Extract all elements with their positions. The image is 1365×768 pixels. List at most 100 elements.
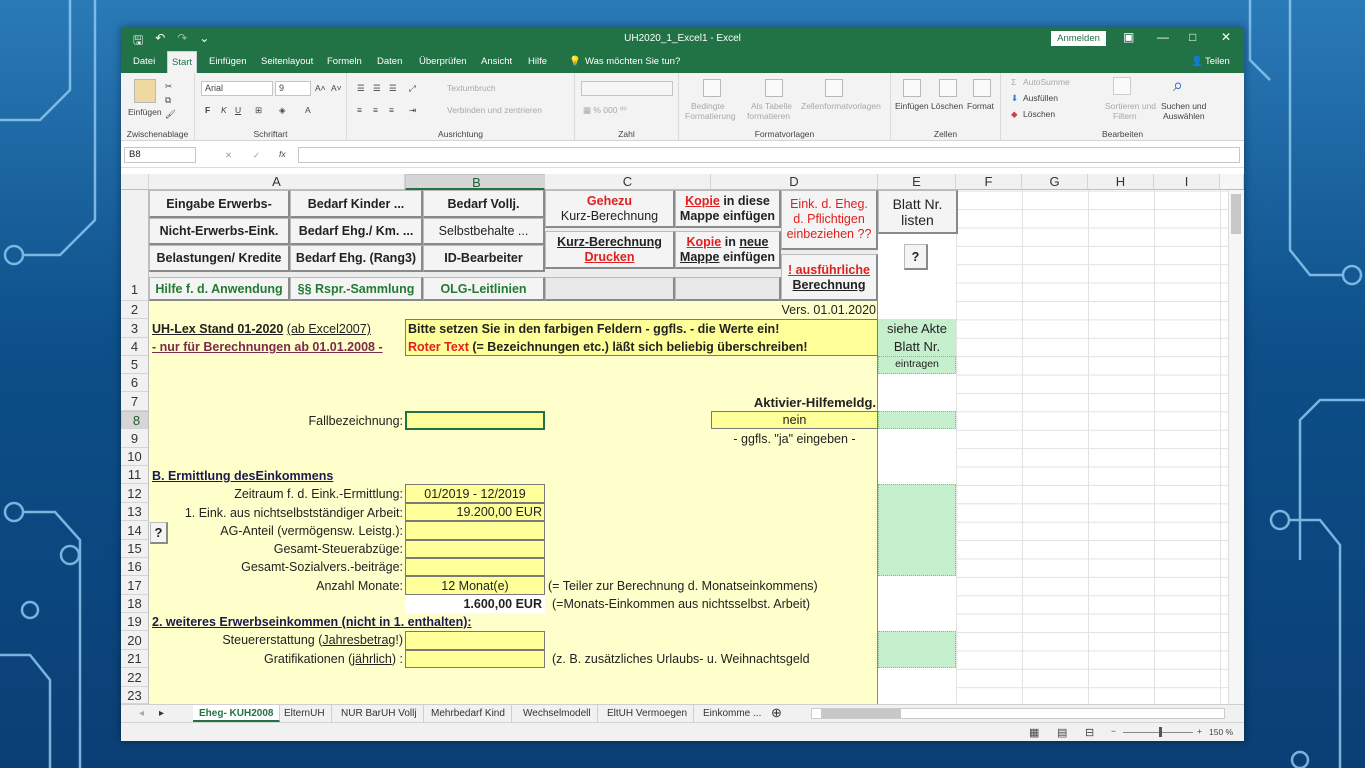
eink-eheg-button[interactable]: Eink. d. Eheg. d. Pflichtigen einbeziehen … — [781, 190, 878, 250]
vertical-scrollbar-track[interactable] — [1228, 190, 1244, 704]
row-header-4[interactable]: 4 — [121, 338, 149, 356]
clear-button[interactable]: Löschen — [1023, 109, 1055, 119]
col-header-i[interactable]: I — [1154, 174, 1220, 190]
row-header-19[interactable]: 19 — [121, 613, 149, 631]
find-select-icon[interactable]: ⌕ — [1173, 75, 1183, 96]
sort-filter-icon[interactable] — [1113, 77, 1131, 95]
bedarf-eheg-button[interactable]: Bedarf Ehg./ Km. ... — [290, 218, 423, 245]
underline-button[interactable]: U — [235, 105, 241, 115]
autosum-button[interactable]: AutoSumme — [1023, 77, 1070, 87]
format-table-icon[interactable] — [765, 79, 783, 97]
close-icon[interactable]: ✕ — [1221, 30, 1231, 44]
tab-formeln[interactable]: Formeln — [323, 51, 366, 73]
cell-styles-icon[interactable] — [825, 79, 843, 97]
sozial-input[interactable] — [405, 558, 545, 576]
next-sheet-icon[interactable]: ▸ — [153, 705, 170, 722]
page-layout-view-icon[interactable]: ▤ — [1057, 726, 1067, 739]
kurz-drucken-button[interactable]: Kurz-Berechnung Drucken — [545, 231, 675, 269]
ag-input[interactable] — [405, 521, 545, 540]
row-header-21[interactable]: 21 — [121, 650, 149, 668]
bedarf-vollj-button[interactable]: Bedarf Vollj. — [423, 190, 545, 218]
sheet-tab-eltuh[interactable]: EltUH Vermoegen — [601, 705, 695, 722]
share-button[interactable]: Teilen — [1201, 51, 1234, 73]
paste-button[interactable]: Einfügen — [128, 107, 162, 117]
tab-einfuegen[interactable]: Einfügen — [205, 51, 251, 73]
insert-cells-icon[interactable] — [903, 79, 921, 97]
bold-button[interactable]: F — [205, 105, 210, 115]
format-cells-icon[interactable] — [973, 79, 991, 97]
enter-icon[interactable]: ✓ — [253, 150, 260, 161]
sort-filter-button[interactable]: Sortieren und — [1105, 101, 1156, 111]
indent-icon[interactable]: ⇥ — [409, 105, 416, 116]
row-header-10[interactable]: 10 — [121, 448, 149, 466]
horizontal-scrollbar-thumb[interactable] — [821, 709, 901, 718]
ausfuehrlich-button[interactable]: ! ausführliche Berechnung — [781, 254, 878, 301]
row-header-22[interactable]: 22 — [121, 668, 149, 687]
fill-button[interactable]: Ausfüllen — [1023, 93, 1058, 103]
merge-center-button[interactable]: Verbinden und zentrieren — [447, 105, 542, 115]
fill-color-icon[interactable]: ◈ — [279, 105, 286, 116]
row-header-11[interactable]: 11 — [121, 466, 149, 484]
green-e8[interactable] — [878, 411, 956, 429]
col-header-c[interactable]: C — [545, 174, 711, 190]
selbstbehalte-button[interactable]: Selbstbehalte ... — [423, 218, 545, 245]
col-header-d[interactable]: D — [711, 174, 878, 190]
autosum-icon[interactable]: Σ — [1011, 77, 1016, 87]
nichterwerb-button[interactable]: Nicht-Erwerbs-Eink. — [149, 218, 290, 245]
green-e12-e16[interactable] — [878, 484, 956, 576]
row-header-18[interactable]: 18 — [121, 595, 149, 613]
row-header-1[interactable]: 1 — [121, 190, 149, 301]
row-header-6[interactable]: 6 — [121, 374, 149, 392]
tab-ansicht[interactable]: Ansicht — [477, 51, 516, 73]
minimize-icon[interactable]: — — [1157, 30, 1169, 44]
gehezu-button[interactable]: Gehezu Kurz-Berechnung — [545, 190, 675, 228]
delete-cells-icon[interactable] — [939, 79, 957, 97]
row-header-16[interactable]: 16 — [121, 558, 149, 576]
row-header-8[interactable]: 8 — [121, 411, 149, 429]
sheet-tab-elternuh[interactable]: ElternUH — [278, 705, 332, 722]
hilfe-button[interactable]: Hilfe f. d. Anwendung — [149, 277, 290, 301]
find-select-button[interactable]: Suchen und — [1161, 101, 1206, 111]
cut-icon[interactable]: ✂ — [165, 81, 172, 92]
tab-start[interactable]: Start — [167, 51, 198, 73]
font-size-select[interactable]: 9 — [275, 81, 311, 96]
add-sheet-icon[interactable]: ⊕ — [765, 705, 788, 722]
ribbon-display-icon[interactable]: ▣ — [1123, 30, 1134, 44]
tab-daten[interactable]: Daten — [373, 51, 406, 73]
zoom-slider[interactable] — [1123, 732, 1193, 733]
copy-icon[interactable]: ⧉ — [165, 95, 171, 106]
orientation-icon[interactable]: ⤢ — [409, 83, 416, 94]
currency-icon[interactable]: ▦ % 000 ⁰⁰ — [583, 105, 627, 116]
olg-button[interactable]: OLG-Leitlinien — [423, 277, 545, 301]
bedarf-rang-button[interactable]: Bedarf Ehg. (Rang3) — [290, 245, 423, 272]
id-bearbeiter-button[interactable]: ID-Bearbeiter — [423, 245, 545, 272]
grow-font-icon[interactable]: A˄ — [315, 83, 326, 93]
row-header-7[interactable]: 7 — [121, 392, 149, 411]
sheet-tab-einkomme[interactable]: Einkomme ... — [697, 705, 767, 722]
cell-styles-button[interactable]: Zellenformatvorlagen — [801, 101, 881, 111]
delete-cells-button[interactable]: Löschen — [931, 101, 963, 111]
align-bottom-icon[interactable]: ☰ — [389, 83, 397, 94]
insert-cells-button[interactable]: Einfügen — [895, 101, 929, 111]
rspr-button[interactable]: §§ Rspr.-Sammlung — [290, 277, 423, 301]
col-header-b[interactable]: B — [405, 174, 545, 190]
blatt-listen-button[interactable]: Blatt Nr. listen — [878, 190, 958, 234]
tab-hilfe[interactable]: Hilfe — [524, 51, 551, 73]
zoom-in-icon[interactable]: + — [1197, 726, 1202, 736]
sheet-tab-wechselmodell[interactable]: Wechselmodell — [517, 705, 598, 722]
fill-icon[interactable]: ⬇ — [1011, 93, 1018, 104]
clear-icon[interactable]: ◆ — [1011, 109, 1018, 120]
col-header-h[interactable]: H — [1088, 174, 1154, 190]
tab-ueberpruefen[interactable]: Überprüfen — [415, 51, 471, 73]
tab-datei[interactable]: Datei — [129, 51, 159, 73]
grati-input[interactable] — [405, 650, 545, 668]
row-header-12[interactable]: 12 — [121, 484, 149, 503]
conditional-format-icon[interactable] — [703, 79, 721, 97]
eingabe-button[interactable]: Eingabe Erwerbs- — [149, 190, 290, 218]
formula-input[interactable] — [298, 147, 1240, 163]
sheet-tab-eheg[interactable]: Eheg- KUH2008 — [193, 705, 281, 722]
tab-seitenlayout[interactable]: Seitenlayout — [257, 51, 317, 73]
row-header-5[interactable]: 5 — [121, 356, 149, 374]
vertical-scrollbar-thumb[interactable] — [1231, 194, 1241, 234]
row-header-14[interactable]: 14 — [121, 521, 149, 540]
